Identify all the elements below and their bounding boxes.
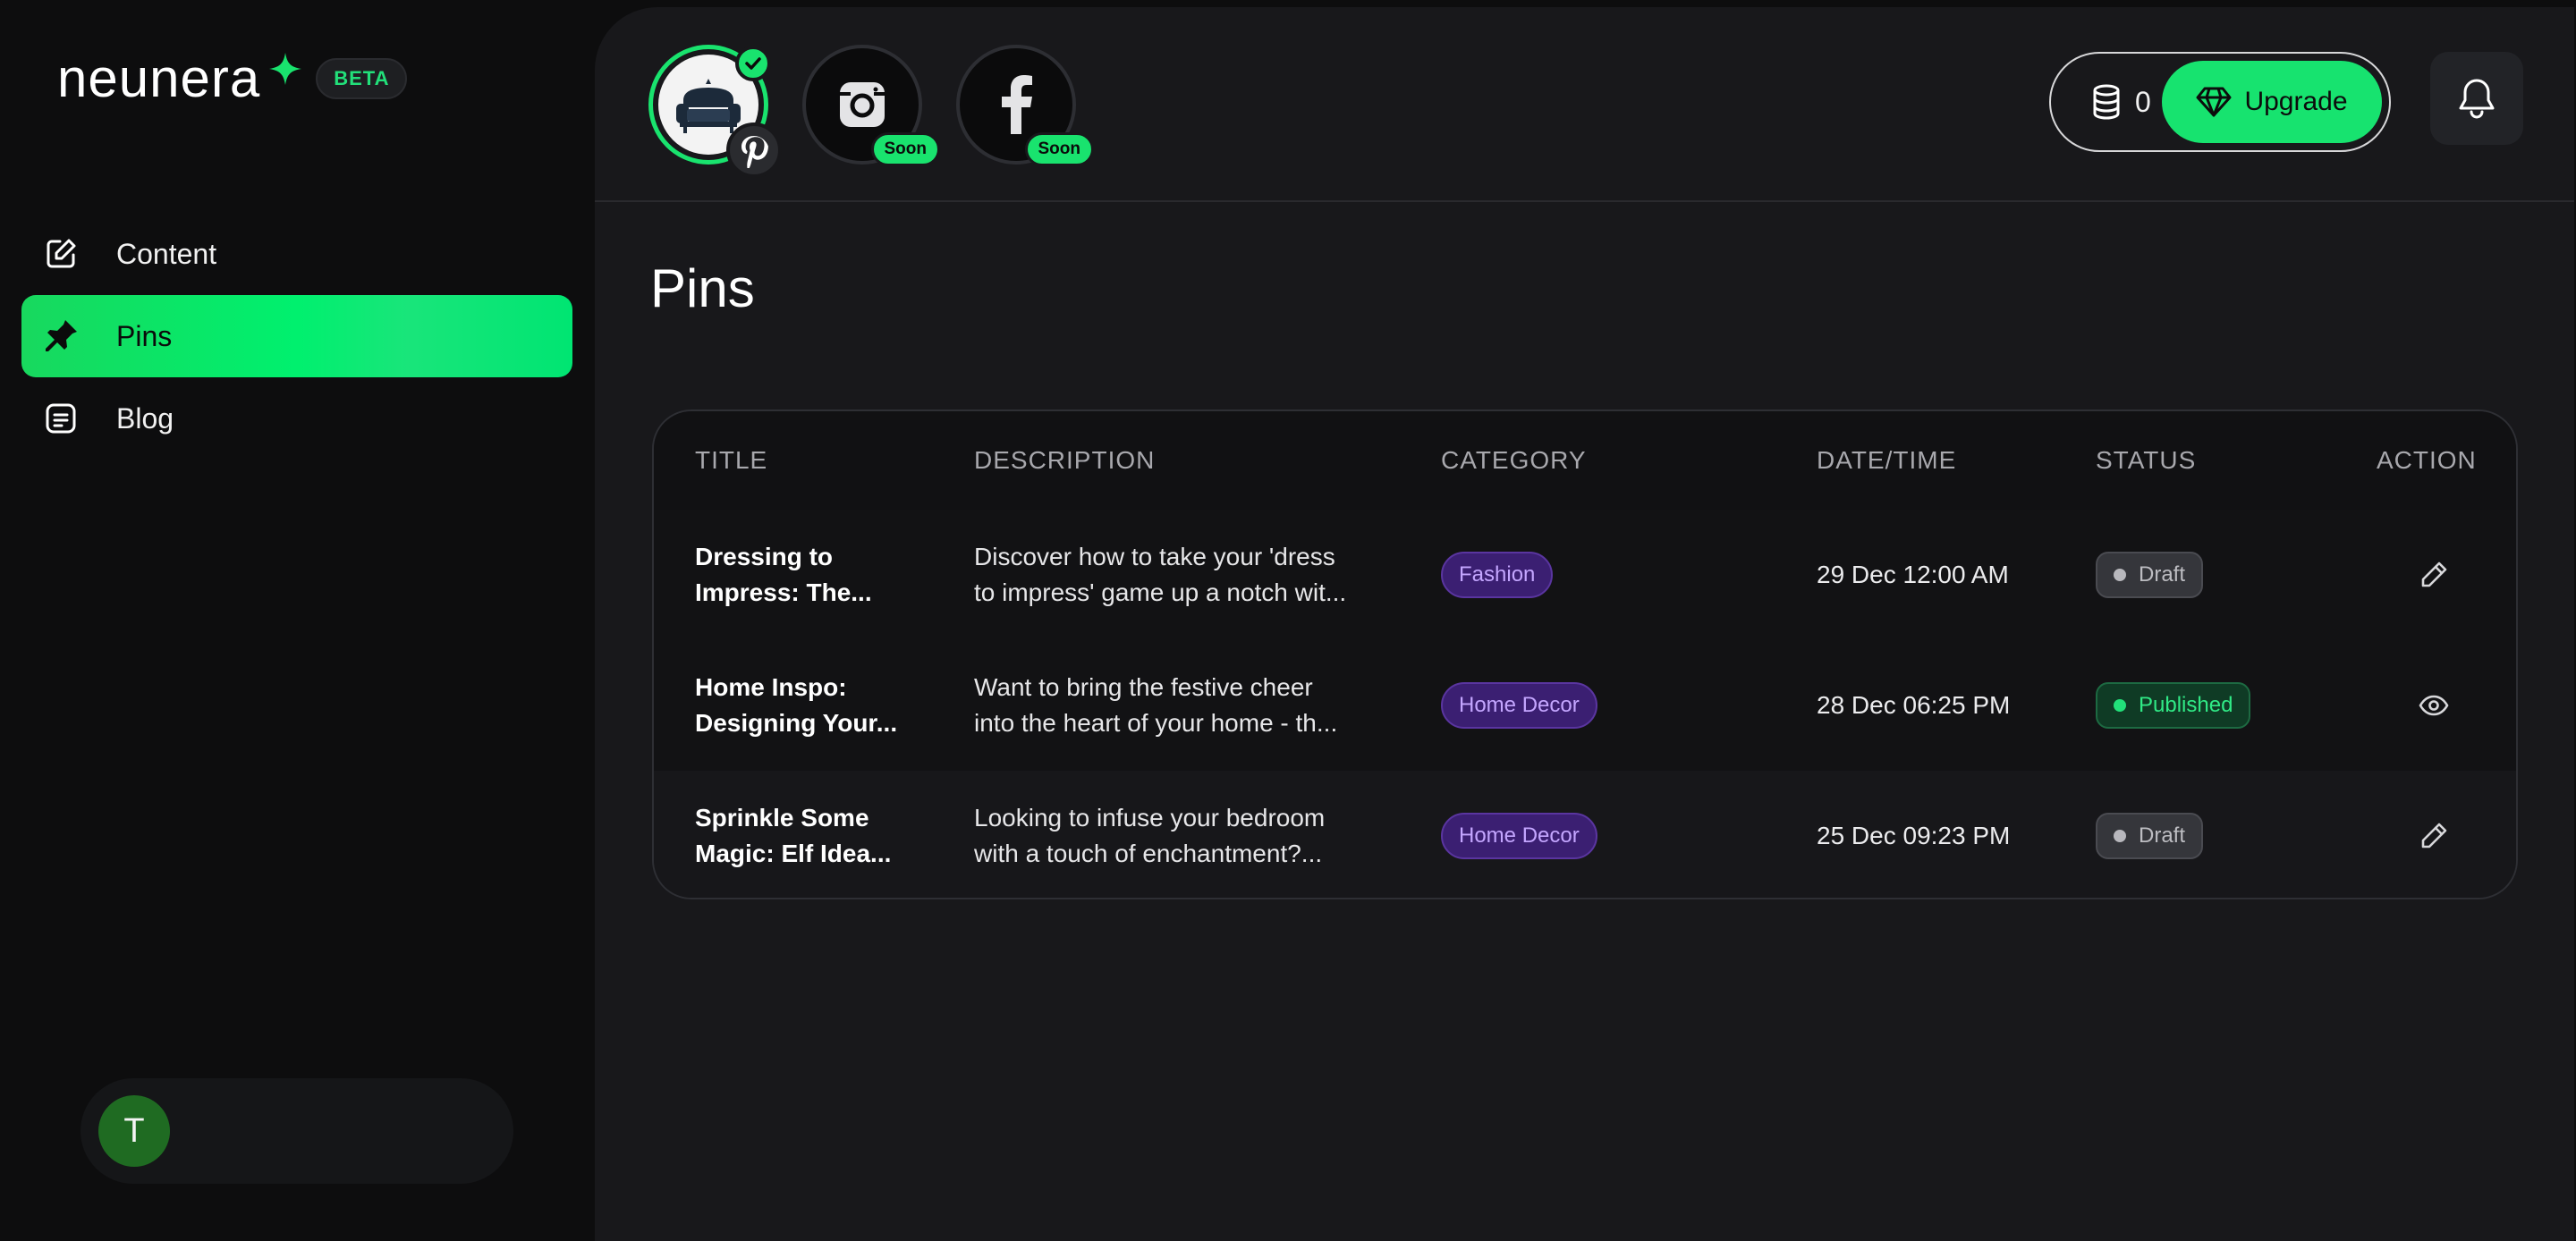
database-icon bbox=[2093, 84, 2120, 120]
pin-description-line: with a touch of enchantment?... bbox=[974, 840, 1323, 867]
col-datetime-header[interactable]: DATE/TIME bbox=[1817, 446, 1956, 475]
category-cell: Fashion bbox=[1441, 552, 1554, 598]
view-button[interactable] bbox=[2407, 694, 2461, 717]
col-status-header[interactable]: STATUS bbox=[2096, 446, 2196, 475]
channel-pinterest[interactable] bbox=[648, 45, 782, 178]
gem-icon bbox=[2196, 87, 2232, 117]
pin-title-line: Impress: The... bbox=[695, 578, 872, 606]
instagram-icon bbox=[840, 82, 885, 127]
topbar: Soon Soon 0 Upgrade bbox=[595, 7, 2574, 202]
user-menu[interactable]: T bbox=[80, 1078, 513, 1184]
pin-title-line: Designing Your... bbox=[695, 709, 898, 737]
pinterest-icon bbox=[726, 122, 782, 178]
col-category-header[interactable]: CATEGORY bbox=[1441, 446, 1587, 475]
pin-title: Sprinkle Some Magic: Elf Idea... bbox=[695, 800, 910, 872]
pin-description: Discover how to take your 'dress to impr… bbox=[974, 539, 1359, 611]
table-header: TITLE DESCRIPTION CATEGORY DATE/TIME STA… bbox=[654, 411, 2516, 510]
pin-datetime: 28 Dec 06:25 PM bbox=[1817, 691, 2011, 719]
status-cell: Draft bbox=[2096, 813, 2204, 859]
avatar: T bbox=[98, 1095, 170, 1167]
app-window: neunera BETA Content Pins Blog T Soon So… bbox=[0, 0, 2576, 1241]
col-title-header[interactable]: TITLE bbox=[695, 446, 767, 475]
status-dot bbox=[2114, 569, 2126, 581]
status-badge: Draft bbox=[2096, 552, 2204, 598]
status-label: Draft bbox=[2139, 823, 2186, 848]
pins-table: TITLE DESCRIPTION CATEGORY DATE/TIME STA… bbox=[652, 409, 2518, 899]
credits-pill: 0 Upgrade bbox=[2049, 52, 2391, 152]
pin-icon bbox=[41, 317, 80, 356]
status-label: Published bbox=[2139, 693, 2233, 717]
upgrade-button[interactable]: Upgrade bbox=[2162, 61, 2382, 143]
logo: neunera BETA bbox=[57, 48, 408, 108]
check-icon bbox=[735, 46, 771, 81]
beta-badge: BETA bbox=[316, 58, 408, 99]
notifications-button[interactable] bbox=[2430, 52, 2523, 145]
channel-facebook[interactable]: Soon bbox=[956, 45, 1094, 166]
sofa-icon bbox=[676, 79, 741, 133]
col-description-header[interactable]: DESCRIPTION bbox=[974, 446, 1155, 475]
pencil-icon bbox=[2421, 823, 2447, 848]
table-row[interactable]: Home Inspo: Designing Your... Want to br… bbox=[654, 640, 2516, 771]
sidebar-nav: Content Pins Blog bbox=[21, 213, 572, 460]
pin-title: Dressing to Impress: The... bbox=[695, 539, 910, 611]
pin-title: Home Inspo: Designing Your... bbox=[695, 670, 910, 741]
table-row[interactable]: Dressing to Impress: The... Discover how… bbox=[654, 510, 2516, 640]
category-tag: Home Decor bbox=[1441, 682, 1597, 729]
eye-icon bbox=[2419, 695, 2449, 716]
col-action-header: ACTION bbox=[2377, 446, 2477, 474]
pin-description-line: Looking to infuse your bedroom bbox=[974, 804, 1326, 832]
edit-button[interactable] bbox=[2407, 560, 2461, 590]
sparkle-icon bbox=[269, 53, 302, 85]
status-dot bbox=[2114, 830, 2126, 842]
table-row[interactable]: Sprinkle Some Magic: Elf Idea... Looking… bbox=[654, 771, 2516, 898]
channel-instagram[interactable]: Soon bbox=[802, 45, 940, 166]
brand-name: neunera bbox=[57, 48, 261, 108]
pin-description-line: Want to bring the festive cheer bbox=[974, 673, 1313, 701]
pin-datetime: 25 Dec 09:23 PM bbox=[1817, 822, 2011, 849]
credits-count: 0 bbox=[2135, 85, 2151, 118]
sidebar-item-content[interactable]: Content bbox=[21, 213, 572, 295]
pencil-icon bbox=[2421, 561, 2447, 587]
soon-badge: Soon bbox=[1024, 132, 1094, 166]
pin-description-line: Discover how to take your 'dress bbox=[974, 543, 1335, 570]
sidebar-item-pins[interactable]: Pins bbox=[21, 295, 572, 377]
pin-title-line: Home Inspo: bbox=[695, 673, 847, 701]
sidebar-item-label: Pins bbox=[116, 319, 173, 352]
category-cell: Home Decor bbox=[1441, 813, 1597, 859]
facebook-icon bbox=[1002, 75, 1032, 134]
main-panel: Soon Soon 0 Upgrade Pins TITLE DESCRIPTI… bbox=[595, 7, 2574, 1241]
pin-description-line: into the heart of your home - th... bbox=[974, 709, 1338, 737]
pin-description: Looking to infuse your bedroom with a to… bbox=[974, 800, 1359, 872]
status-cell: Published bbox=[2096, 682, 2251, 729]
edit-button[interactable] bbox=[2407, 821, 2461, 851]
status-label: Draft bbox=[2139, 562, 2186, 587]
sidebar: neunera BETA Content Pins Blog T bbox=[0, 0, 595, 1241]
sidebar-item-label: Content bbox=[116, 237, 217, 270]
status-cell: Draft bbox=[2096, 552, 2204, 598]
pin-title-line: Sprinkle Some bbox=[695, 804, 869, 832]
status-dot bbox=[2114, 699, 2126, 712]
category-tag: Home Decor bbox=[1441, 813, 1597, 859]
category-cell: Home Decor bbox=[1441, 682, 1597, 729]
upgrade-label: Upgrade bbox=[2244, 87, 2348, 116]
status-badge: Draft bbox=[2096, 813, 2204, 859]
status-badge: Published bbox=[2096, 682, 2251, 729]
pin-title-line: Magic: Elf Idea... bbox=[695, 840, 892, 867]
category-tag: Fashion bbox=[1441, 552, 1554, 598]
edit-icon bbox=[41, 234, 80, 274]
pin-description-line: to impress' game up a notch wit... bbox=[974, 578, 1347, 606]
pin-datetime: 29 Dec 12:00 AM bbox=[1817, 561, 2009, 588]
sidebar-item-blog[interactable]: Blog bbox=[21, 377, 572, 460]
document-icon bbox=[41, 399, 80, 438]
pin-description: Want to bring the festive cheer into the… bbox=[974, 670, 1359, 741]
pin-title-line: Dressing to bbox=[695, 543, 834, 570]
soon-badge: Soon bbox=[870, 132, 940, 166]
sidebar-item-label: Blog bbox=[116, 401, 174, 435]
bell-icon bbox=[2459, 79, 2495, 119]
page-title: Pins bbox=[650, 258, 755, 318]
